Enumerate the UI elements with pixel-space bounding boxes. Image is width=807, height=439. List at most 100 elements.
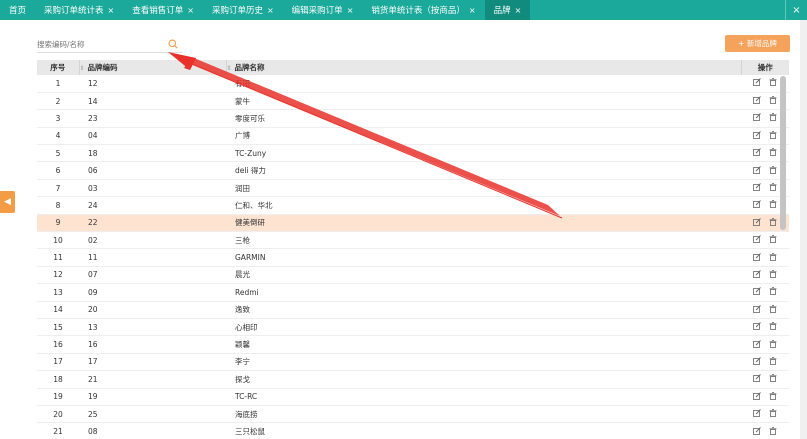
edit-icon[interactable]: [753, 287, 761, 297]
edit-icon[interactable]: [753, 78, 761, 88]
table-row[interactable]: 11 11 GARMIN: [37, 249, 789, 267]
tab-4[interactable]: 编辑采购订单 ×: [283, 0, 363, 20]
delete-icon[interactable]: [769, 357, 777, 367]
cell-name: 润田: [235, 183, 250, 193]
table-row[interactable]: 8 24 仁和、华北: [37, 197, 789, 215]
tab-0[interactable]: 首页: [0, 0, 35, 20]
vertical-scrollbar[interactable]: [780, 76, 786, 230]
edit-icon[interactable]: [753, 270, 761, 280]
tab-2[interactable]: 查看销售订单 ×: [123, 0, 203, 20]
search-icon[interactable]: [168, 39, 178, 49]
table-row[interactable]: 4 04 广博: [37, 127, 789, 145]
table-row[interactable]: 21 08 三只松鼠: [37, 423, 789, 439]
edit-icon[interactable]: [753, 339, 761, 350]
delete-icon[interactable]: [769, 113, 777, 123]
close-icon[interactable]: ×: [108, 6, 115, 15]
table-row[interactable]: 12 07 晨光: [37, 266, 789, 284]
delete-icon[interactable]: [769, 270, 777, 280]
delete-icon[interactable]: [769, 235, 777, 245]
close-icon[interactable]: ×: [515, 6, 522, 15]
close-icon[interactable]: ×: [187, 6, 194, 15]
delete-icon[interactable]: [769, 200, 777, 210]
tab-3[interactable]: 采购订单历史 ×: [203, 0, 283, 20]
table-row[interactable]: 14 20 逸致: [37, 301, 789, 319]
cell-code: 20: [88, 305, 98, 315]
delete-icon[interactable]: [769, 165, 777, 176]
sidebar-expand-handle[interactable]: ◀: [0, 191, 15, 213]
edit-icon[interactable]: [753, 165, 761, 176]
tab-5[interactable]: 销货单统计表（按商品） ×: [362, 0, 484, 20]
cell-name: 蒙牛: [235, 96, 250, 106]
table-row[interactable]: 16 16 颖馨: [37, 336, 789, 354]
edit-icon[interactable]: [753, 148, 761, 158]
cell-index: 6: [55, 166, 61, 176]
cell-index: 16: [53, 340, 63, 350]
tab-6[interactable]: 品牌 ×: [484, 0, 531, 20]
delete-icon[interactable]: [769, 96, 777, 106]
table-row[interactable]: 3 23 零度可乐: [37, 110, 789, 128]
table-row[interactable]: 2 14 蒙牛: [37, 92, 789, 110]
cell-name: deli 得力: [235, 166, 266, 176]
add-brand-button[interactable]: + 新增品牌: [725, 35, 790, 52]
cell-name: TC-Zuny: [235, 148, 267, 158]
header-code[interactable]: ⇕ 品牌编码: [79, 60, 227, 75]
table-row[interactable]: 9 22 健美倒研: [37, 214, 789, 232]
cell-code: 16: [88, 340, 98, 350]
header-name[interactable]: ⇕ 品牌名称: [226, 60, 742, 75]
tab-label: 采购订单统计表: [44, 6, 104, 16]
edit-icon[interactable]: [753, 252, 761, 263]
edit-icon[interactable]: [753, 217, 761, 228]
table-row[interactable]: 13 09 Redmi: [37, 284, 789, 302]
cell-index: 8: [55, 200, 61, 210]
close-icon[interactable]: ×: [267, 6, 274, 15]
delete-icon[interactable]: [769, 409, 777, 419]
edit-icon[interactable]: [753, 96, 761, 106]
tab-label: 采购订单历史: [211, 6, 263, 16]
search-input[interactable]: [37, 40, 157, 49]
delete-icon[interactable]: [769, 374, 777, 384]
edit-icon[interactable]: [753, 391, 761, 402]
delete-icon[interactable]: [769, 287, 777, 297]
edit-icon[interactable]: [753, 322, 761, 332]
delete-icon[interactable]: [769, 183, 777, 193]
table-header-row: 序号 ⇕ 品牌编码 ⇕ 品牌名称 操作: [37, 60, 789, 75]
delete-icon[interactable]: [769, 322, 777, 332]
table-row[interactable]: 5 18 TC-Zuny: [37, 145, 789, 162]
edit-icon[interactable]: [753, 183, 761, 193]
table-row[interactable]: 1 12 有田: [37, 75, 789, 93]
delete-icon[interactable]: [769, 391, 777, 402]
table-row[interactable]: 17 17 李宁: [37, 353, 789, 371]
table-row[interactable]: 10 02 三枪: [37, 232, 789, 249]
edit-icon[interactable]: [753, 200, 761, 210]
table-row[interactable]: 6 06 deli 得力: [37, 162, 789, 180]
delete-icon[interactable]: [769, 131, 777, 141]
close-icon[interactable]: ×: [469, 6, 476, 15]
table-row[interactable]: 19 19 TC-RC: [37, 388, 789, 406]
close-all-tabs-button[interactable]: ×: [785, 0, 807, 20]
edit-icon[interactable]: [753, 235, 761, 245]
delete-icon[interactable]: [769, 218, 777, 228]
edit-icon[interactable]: [753, 374, 761, 384]
close-icon[interactable]: ×: [347, 6, 354, 15]
delete-icon[interactable]: [769, 339, 777, 350]
sort-icon: ⇕: [79, 65, 85, 72]
tab-1[interactable]: 采购订单统计表 ×: [35, 0, 123, 20]
header-index: 序号: [37, 60, 80, 75]
delete-icon[interactable]: [769, 426, 777, 437]
delete-icon[interactable]: [769, 78, 777, 88]
delete-icon[interactable]: [769, 148, 777, 158]
table-row[interactable]: 20 25 海底捞: [37, 405, 789, 423]
edit-icon[interactable]: [753, 113, 761, 123]
edit-icon[interactable]: [753, 357, 761, 367]
cell-name: 逸致: [235, 305, 250, 315]
table-row[interactable]: 7 03 润田: [37, 179, 789, 197]
edit-icon[interactable]: [753, 426, 761, 437]
delete-icon[interactable]: [769, 252, 777, 263]
edit-icon[interactable]: [753, 304, 761, 315]
cell-index: 4: [55, 131, 61, 141]
table-row[interactable]: 15 13 心相印: [37, 318, 789, 336]
table-row[interactable]: 18 21 探戈: [37, 371, 789, 389]
edit-icon[interactable]: [753, 409, 761, 419]
delete-icon[interactable]: [769, 304, 777, 315]
edit-icon[interactable]: [753, 131, 761, 141]
